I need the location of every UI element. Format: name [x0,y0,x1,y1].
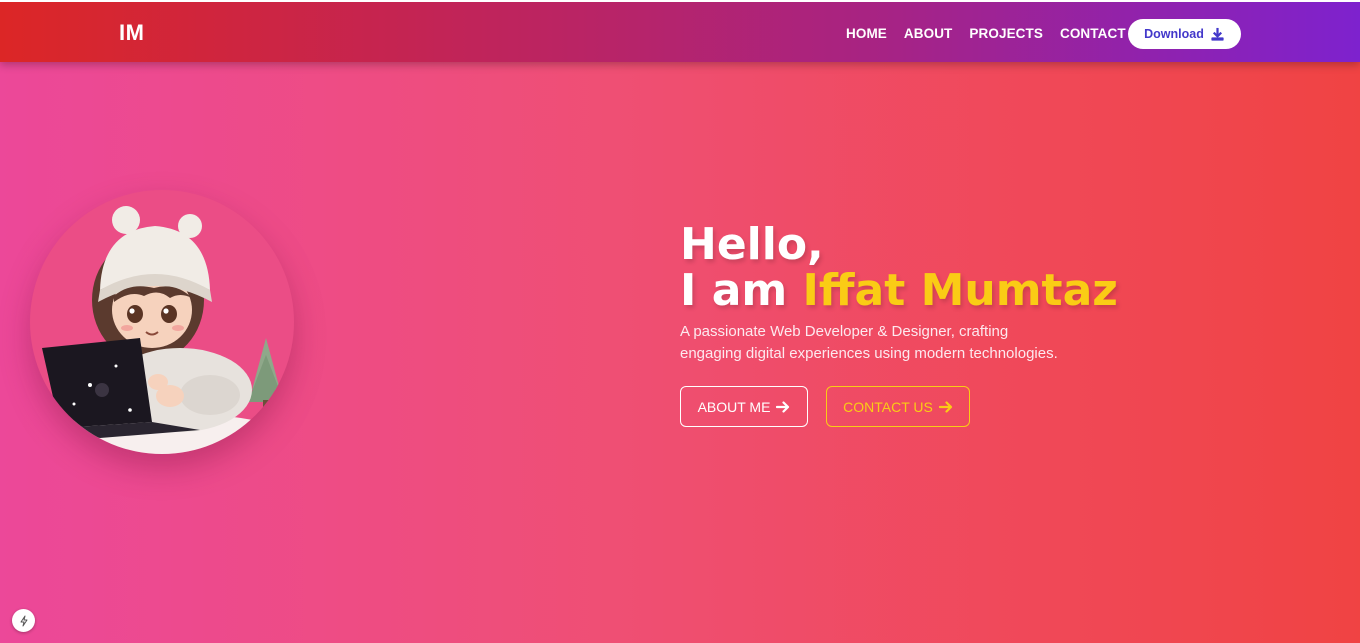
hero-subtitle-line2: engaging digital experiences using moder… [680,345,1058,362]
hero-heading: Hello, I am Iffat Mumtaz [680,222,1118,314]
hero-intro: I am [680,265,803,316]
nav-about-link[interactable]: ABOUT [904,25,953,42]
download-icon [1211,27,1224,41]
hero-greeting: Hello, [680,219,824,270]
nav-projects-link[interactable]: PROJECTS [969,25,1043,42]
arrow-right-icon [938,400,952,413]
main-nav: HOME ABOUT PROJECTS CONTACT [846,25,1126,42]
about-me-button[interactable]: ABOUT ME [680,386,808,427]
download-button[interactable]: Download [1128,19,1241,49]
nav-home-link[interactable]: HOME [846,25,887,42]
top-navbar: IM HOME ABOUT PROJECTS CONTACT Download [0,0,1360,62]
contact-us-label: CONTACT US [843,398,933,415]
contact-us-button[interactable]: CONTACT US [826,386,970,427]
site-logo[interactable]: IM [119,20,144,46]
profile-avatar [30,190,294,454]
hero-subtitle: A passionate Web Developer & Designer, c… [680,321,1080,365]
hero-subtitle-line1: A passionate Web Developer & Designer, c… [680,323,1009,340]
bolt-icon [20,615,27,626]
download-button-label: Download [1144,27,1204,41]
avatar-illustration [42,206,285,454]
dev-tools-badge[interactable] [12,609,35,632]
arrow-right-icon [776,400,790,413]
hero-name: Iffat Mumtaz [802,265,1118,316]
nav-contact-link[interactable]: CONTACT [1060,25,1126,42]
about-me-label: ABOUT ME [697,398,771,415]
